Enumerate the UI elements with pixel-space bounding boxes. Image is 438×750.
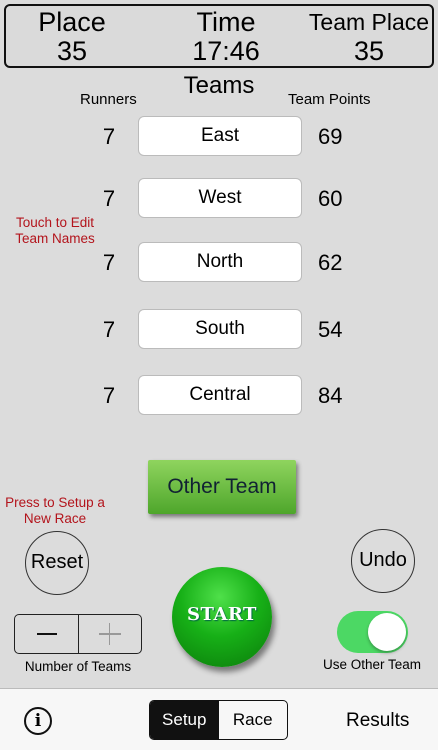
scoreboard: Place 35 Time 17:46 Team Place 35 bbox=[4, 4, 434, 68]
runner-count: 7 bbox=[102, 124, 116, 149]
minus-icon bbox=[37, 633, 57, 635]
team-points-header: Team Points bbox=[288, 91, 371, 108]
team-row: 7 East 69 bbox=[0, 116, 438, 158]
team-row: 7 Central 84 bbox=[0, 375, 438, 417]
team-place-value: 35 bbox=[353, 36, 385, 66]
place-label: Place bbox=[38, 7, 106, 37]
toggle-knob bbox=[368, 613, 406, 651]
team-name-button[interactable]: East bbox=[138, 116, 302, 156]
decrement-button[interactable] bbox=[15, 615, 78, 653]
team-row: 7 South 54 bbox=[0, 309, 438, 351]
tab-setup[interactable]: Setup bbox=[150, 701, 219, 739]
place-display: Place 35 bbox=[32, 8, 112, 66]
team-points: 54 bbox=[318, 317, 343, 342]
team-points: 69 bbox=[318, 124, 343, 149]
team-row: 7 North 62 bbox=[0, 242, 438, 284]
place-value: 35 bbox=[56, 36, 88, 66]
number-of-teams-stepper bbox=[14, 614, 142, 654]
edit-team-names-hint: Touch to Edit Team Names bbox=[15, 215, 95, 246]
team-points: 62 bbox=[318, 250, 343, 275]
number-of-teams-label: Number of Teams bbox=[24, 659, 132, 674]
time-display: Time 17:46 bbox=[178, 8, 274, 66]
team-place-display: Team Place 35 bbox=[306, 8, 432, 66]
runner-count: 7 bbox=[102, 317, 116, 342]
use-other-team-label: Use Other Team bbox=[322, 657, 422, 672]
increment-button[interactable] bbox=[77, 615, 142, 653]
setup-new-race-hint: Press to Setup a New Race bbox=[5, 495, 105, 526]
info-icon[interactable]: i bbox=[24, 707, 52, 735]
runners-header: Runners bbox=[80, 91, 137, 108]
team-place-label: Team Place bbox=[308, 9, 430, 35]
time-label: Time bbox=[196, 7, 256, 37]
mode-segmented-control: Setup Race bbox=[149, 700, 288, 740]
team-name-button[interactable]: North bbox=[138, 242, 302, 282]
tab-race[interactable]: Race bbox=[219, 701, 288, 739]
runner-count: 7 bbox=[102, 186, 116, 211]
undo-button[interactable]: Undo bbox=[351, 529, 415, 593]
team-name-button[interactable]: Central bbox=[138, 375, 302, 415]
team-name-button[interactable]: South bbox=[138, 309, 302, 349]
team-points: 84 bbox=[318, 383, 343, 408]
team-points: 60 bbox=[318, 186, 343, 211]
other-team-button[interactable]: Other Team bbox=[148, 460, 296, 514]
runner-count: 7 bbox=[102, 383, 116, 408]
tab-bar: i Setup Race Results bbox=[0, 688, 438, 750]
start-button[interactable]: START bbox=[172, 567, 272, 667]
team-row: 7 West 60 bbox=[0, 178, 438, 220]
time-value: 17:46 bbox=[192, 36, 260, 66]
reset-button[interactable]: Reset bbox=[25, 531, 89, 595]
results-button[interactable]: Results bbox=[346, 710, 409, 732]
teams-title: Teams bbox=[183, 72, 255, 99]
use-other-team-toggle[interactable] bbox=[337, 611, 408, 653]
runner-count: 7 bbox=[102, 250, 116, 275]
team-name-button[interactable]: West bbox=[138, 178, 302, 218]
